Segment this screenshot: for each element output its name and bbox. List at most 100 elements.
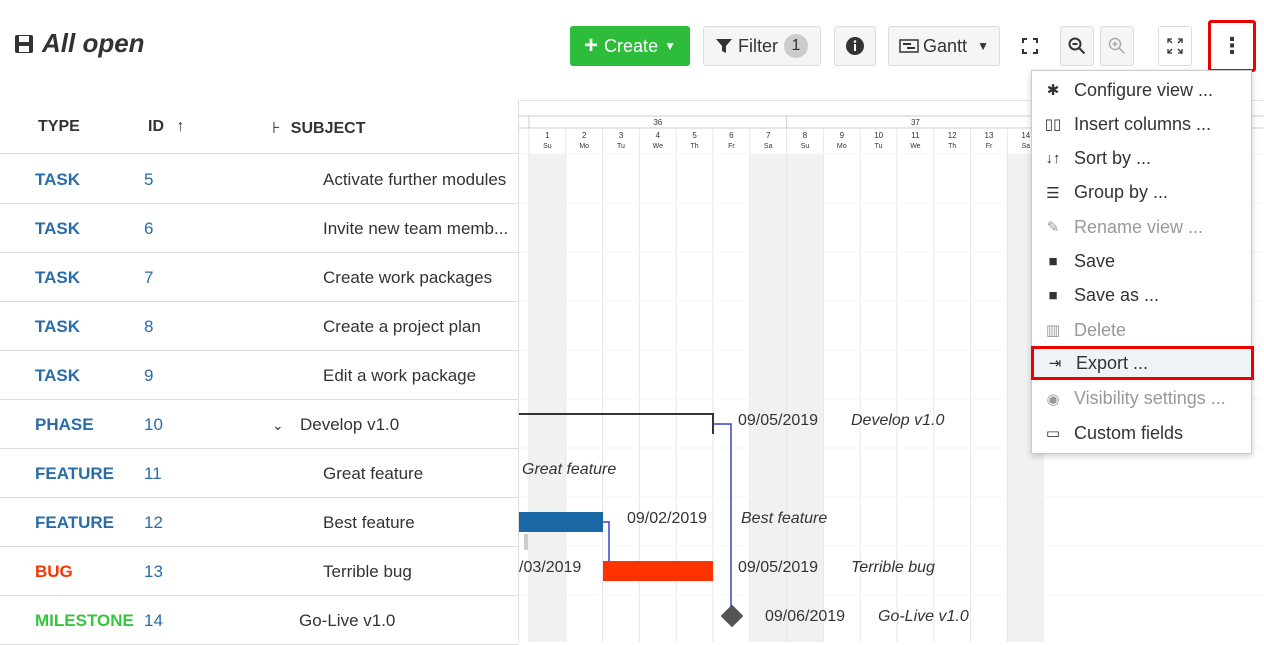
menu-item-save[interactable]: ■ Save: [1032, 245, 1251, 279]
filter-button[interactable]: Filter 1: [703, 26, 821, 66]
zoom-out-button[interactable]: [1060, 26, 1094, 66]
day-number-label: 14: [1021, 131, 1030, 140]
caret-down-icon: ▼: [977, 39, 989, 53]
gantt-label: Gantt: [923, 35, 968, 56]
cell-type[interactable]: TASK: [35, 317, 80, 337]
table-row[interactable]: TASK 9 Edit a work package: [0, 351, 518, 400]
eye-icon: ◉: [1046, 390, 1060, 408]
cell-id[interactable]: 10: [144, 415, 163, 435]
menu-item-configure-view[interactable]: ✱ Configure view ...: [1032, 73, 1251, 107]
cell-subject[interactable]: Create a project plan: [323, 317, 481, 337]
day-name-label: Mo: [579, 143, 589, 150]
week-label: 37: [911, 118, 920, 127]
day-name-label: Tu: [617, 143, 625, 150]
more-vertical-icon: ⋮: [1221, 33, 1243, 58]
day-number-label: 2: [582, 131, 587, 140]
day-number-label: 3: [619, 131, 624, 140]
column-header-id[interactable]: ID ↑: [148, 118, 184, 136]
export-icon: ⇥: [1048, 355, 1062, 373]
cell-type[interactable]: TASK: [35, 219, 80, 239]
day-number-label: 9: [840, 131, 845, 140]
cell-id[interactable]: 12: [144, 513, 163, 533]
cell-subject[interactable]: Go-Live v1.0: [299, 611, 395, 631]
cell-id[interactable]: 5: [144, 170, 153, 190]
day-number-label: 5: [692, 131, 697, 140]
cell-subject[interactable]: Edit a work package: [323, 366, 476, 386]
menu-item-insert-columns[interactable]: ▯▯ Insert columns ...: [1032, 107, 1251, 141]
column-header-type[interactable]: TYPE: [38, 118, 80, 136]
cell-subject[interactable]: Create work packages: [323, 268, 492, 288]
settings-menu: ✱ Configure view ... ▯▯ Insert columns ... ↓…: [1031, 70, 1254, 454]
milestone-diamond: [720, 604, 744, 628]
menu-item-save-as[interactable]: ■ Save as ...: [1032, 279, 1251, 313]
menu-item-export[interactable]: ⇥ Export ...: [1031, 346, 1254, 381]
create-button[interactable]: + Create ▼: [570, 26, 690, 66]
day-number-label: 4: [656, 131, 661, 140]
menu-item-group-by[interactable]: ☰ Group by ...: [1032, 176, 1251, 210]
more-actions-button[interactable]: ⋮: [1208, 20, 1256, 72]
cell-subject[interactable]: Develop v1.0: [300, 415, 399, 435]
cell-id[interactable]: 13: [144, 562, 163, 582]
cell-type[interactable]: FEATURE: [35, 513, 114, 533]
cell-type[interactable]: FEATURE: [35, 464, 114, 484]
gantt-icon: [899, 39, 919, 53]
menu-item-rename-view[interactable]: ✎ Rename view ...: [1032, 210, 1251, 244]
info-button[interactable]: [834, 26, 876, 66]
cell-subject[interactable]: Invite new team memb...: [323, 219, 508, 239]
table-row[interactable]: MILESTONE 14 Go-Live v1.0: [0, 596, 518, 645]
cell-id[interactable]: 14: [144, 611, 163, 631]
cell-subject[interactable]: Best feature: [323, 513, 415, 533]
chevron-down-icon[interactable]: ⌄: [272, 417, 284, 434]
table-row[interactable]: TASK 7 Create work packages: [0, 253, 518, 302]
cell-subject[interactable]: Terrible bug: [323, 562, 412, 582]
day-number-label: 1: [545, 131, 550, 140]
pencil-icon: ✎: [1046, 219, 1060, 237]
menu-item-sort-by[interactable]: ↓↑ Sort by ...: [1032, 142, 1251, 176]
table-row[interactable]: PHASE 10 ⌄ Develop v1.0: [0, 400, 518, 449]
scroll-handle: [524, 534, 528, 550]
menu-item-label: Group by ...: [1074, 182, 1169, 203]
hierarchy-icon: ⊦: [272, 120, 281, 137]
day-name-label: Su: [543, 143, 552, 150]
table-row[interactable]: FEATURE 11 Great feature: [0, 449, 518, 498]
cell-type[interactable]: PHASE: [35, 415, 94, 435]
gantt-view-button[interactable]: Gantt ▼: [888, 26, 1000, 66]
table-row[interactable]: TASK 8 Create a project plan: [0, 302, 518, 351]
column-header-subject[interactable]: ⊦ SUBJECT: [272, 118, 365, 138]
bug-bar: [603, 561, 713, 581]
cell-subject[interactable]: Activate further modules: [323, 170, 506, 190]
page-title-text: All open: [42, 28, 145, 58]
cell-type[interactable]: MILESTONE: [35, 611, 134, 631]
fullscreen-button[interactable]: [1014, 26, 1046, 66]
table-row[interactable]: TASK 5 Activate further modules: [0, 155, 518, 204]
bug-date-label: 09/05/2019: [738, 559, 819, 576]
cell-type[interactable]: TASK: [35, 170, 80, 190]
day-number-label: 8: [803, 131, 808, 140]
table-row[interactable]: FEATURE 12 Best feature: [0, 498, 518, 547]
cell-type[interactable]: BUG: [35, 562, 73, 582]
cell-type[interactable]: TASK: [35, 366, 80, 386]
group-icon: ☰: [1046, 184, 1060, 202]
phase-date-label: 09/05/2019: [738, 412, 819, 429]
sort-ascending-icon: ↑: [176, 118, 185, 135]
sort-icon: ↓↑: [1045, 150, 1061, 168]
cell-id[interactable]: 7: [144, 268, 153, 288]
cell-type[interactable]: TASK: [35, 268, 80, 288]
expand-button[interactable]: [1158, 26, 1192, 66]
column-header-id-label: ID: [148, 118, 164, 135]
zoom-in-button[interactable]: [1100, 26, 1134, 66]
cell-id[interactable]: 11: [144, 464, 162, 484]
menu-item-delete[interactable]: ▥ Delete: [1032, 313, 1251, 347]
menu-item-custom-fields[interactable]: ▭ Custom fields: [1032, 416, 1251, 450]
table-row[interactable]: BUG 13 Terrible bug: [0, 547, 518, 596]
cell-subject[interactable]: Great feature: [323, 464, 423, 484]
menu-item-visibility-settings[interactable]: ◉ Visibility settings ...: [1032, 382, 1251, 416]
filter-label: Filter: [738, 35, 778, 56]
cell-id[interactable]: 6: [144, 219, 153, 239]
table-header: TYPE ID ↑ ⊦ SUBJECT: [0, 100, 518, 154]
feature-bar: [519, 512, 603, 532]
cell-id[interactable]: 9: [144, 366, 153, 386]
cell-id[interactable]: 8: [144, 317, 153, 337]
table-row[interactable]: TASK 6 Invite new team memb...: [0, 204, 518, 253]
day-number-label: 13: [985, 131, 994, 140]
